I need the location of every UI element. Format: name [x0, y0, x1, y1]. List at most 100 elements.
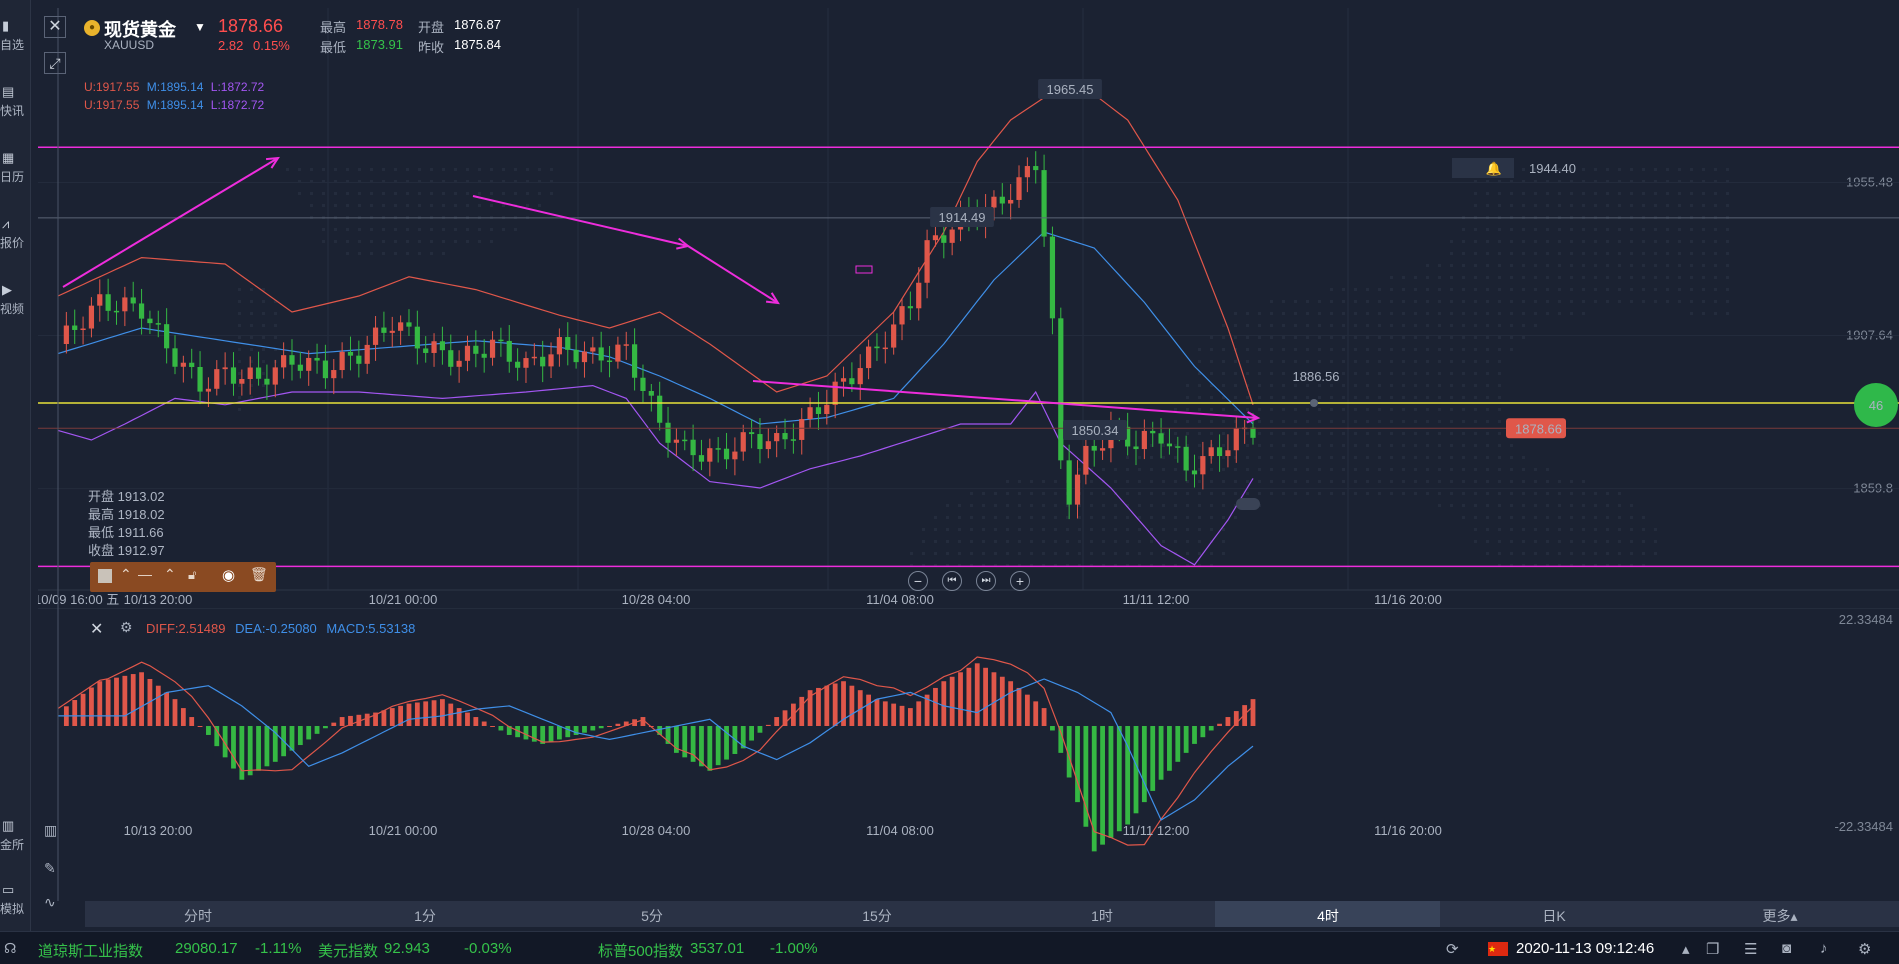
- macd-histogram-bar: [523, 726, 529, 740]
- map-dot: [238, 348, 241, 351]
- map-dot: [1018, 540, 1021, 543]
- sidebar-item-quotes[interactable]: ⩘ 报价: [0, 216, 30, 251]
- step-forward-button[interactable]: ⏭: [976, 571, 996, 591]
- macd-close-icon[interactable]: ✕: [90, 619, 103, 639]
- candle-body: [506, 340, 512, 362]
- map-dot: [1342, 456, 1345, 459]
- headset-icon[interactable]: ☊: [4, 940, 16, 957]
- tab-4h[interactable]: 4时: [1298, 906, 1358, 926]
- map-dot: [1414, 480, 1417, 483]
- sidebar-item-calendar[interactable]: ▦ 日历: [0, 150, 30, 185]
- camera-icon[interactable]: ◙: [1782, 940, 1791, 957]
- map-dot: [1690, 252, 1693, 255]
- map-dot: [1318, 408, 1321, 411]
- volume-icon[interactable]: ♪: [1820, 940, 1828, 957]
- step-back-button[interactable]: ⏮: [942, 571, 962, 591]
- alert-price-badge[interactable]: [1452, 158, 1514, 178]
- window-icon[interactable]: ❐: [1706, 940, 1719, 958]
- tab-5m[interactable]: 5分: [622, 906, 682, 926]
- chart-type-icon[interactable]: ▥: [44, 822, 57, 839]
- macd-histogram-bar: [715, 726, 721, 766]
- sidebar-item-simulation[interactable]: ▭ 模拟: [0, 882, 30, 917]
- map-dot: [1222, 444, 1225, 447]
- candle-body: [155, 323, 161, 325]
- color-swatch[interactable]: [98, 569, 112, 583]
- close-icon[interactable]: ✕: [44, 16, 66, 38]
- macd-settings-icon[interactable]: ⚙: [120, 619, 133, 636]
- zoom-in-button[interactable]: +: [1010, 571, 1030, 591]
- map-dot: [1414, 372, 1417, 375]
- map-dot: [1054, 516, 1057, 519]
- level-handle[interactable]: [1310, 399, 1318, 408]
- draw-tool-icon[interactable]: ✎: [44, 860, 56, 877]
- map-dot: [1270, 492, 1273, 495]
- map-dot: [1702, 192, 1705, 195]
- map-dot: [1138, 492, 1141, 495]
- sidebar-item-video[interactable]: ▶ 视频: [0, 282, 30, 317]
- map-dot: [1222, 456, 1225, 459]
- map-dot: [1018, 528, 1021, 531]
- open-value: 1876.87: [454, 17, 501, 32]
- candle-body: [899, 306, 905, 325]
- price-chart[interactable]: 1955.481907.641859.81965.451914.491850.3…: [38, 8, 1899, 608]
- map-dot: [1582, 264, 1585, 267]
- expand-icon[interactable]: ⤢: [44, 52, 66, 74]
- map-dot: [1450, 324, 1453, 327]
- tab-daily[interactable]: 日K: [1524, 906, 1584, 926]
- map-dot: [1606, 504, 1609, 507]
- map-dot: [430, 168, 433, 171]
- map-dot: [1606, 252, 1609, 255]
- map-dot: [1498, 432, 1501, 435]
- visibility-icon[interactable]: ◉: [222, 566, 235, 584]
- map-dot: [1042, 540, 1045, 543]
- symbol-dropdown-icon[interactable]: ▼: [194, 20, 206, 34]
- map-dot: [1294, 492, 1297, 495]
- indicator-icon[interactable]: ∿: [44, 894, 56, 911]
- sync-icon[interactable]: ⟳: [1446, 940, 1459, 958]
- map-dot: [1342, 432, 1345, 435]
- time-axis-label: 11/16 20:00: [1374, 592, 1442, 607]
- ticker-usdx-name[interactable]: 美元指数: [318, 940, 378, 961]
- map-dot: [1690, 312, 1693, 315]
- list-icon[interactable]: ☰: [1744, 940, 1757, 958]
- tab-15m[interactable]: 15分: [847, 906, 907, 926]
- map-dot: [1654, 552, 1657, 555]
- macd-chart[interactable]: 22.33484 -22.33484 10/13 20:00 10/21 00:00 1…: [38, 608, 1899, 901]
- line-type-icon[interactable]: ⌃: [164, 566, 176, 583]
- tab-timeshare[interactable]: 分时: [168, 906, 228, 926]
- map-dot: [1270, 480, 1273, 483]
- map-dot: [1198, 384, 1201, 387]
- map-dot: [1690, 288, 1693, 291]
- line-style-icon[interactable]: ⌃: [120, 566, 132, 583]
- map-dot: [1642, 540, 1645, 543]
- macd-histogram-bar: [891, 703, 897, 726]
- map-dot: [1630, 228, 1633, 231]
- tab-1m[interactable]: 1分: [395, 906, 455, 926]
- map-dot: [1486, 480, 1489, 483]
- sidebar-item-news[interactable]: ▤ 快讯: [0, 84, 30, 119]
- tab-more[interactable]: 更多▴: [1750, 906, 1810, 926]
- map-dot: [1270, 336, 1273, 339]
- ticker-dji-name[interactable]: 道琼斯工业指数: [38, 940, 143, 961]
- tab-1h[interactable]: 1时: [1072, 906, 1132, 926]
- map-dot: [466, 204, 469, 207]
- sidebar-item-watchlist[interactable]: ▮ 自选: [0, 18, 30, 53]
- settings-icon[interactable]: ⚙: [1858, 940, 1871, 958]
- map-dot: [1342, 300, 1345, 303]
- sidebar-item-exchange[interactable]: ▥ 金所: [0, 818, 30, 853]
- map-dot: [1246, 324, 1249, 327]
- map-dot: [1342, 288, 1345, 291]
- map-dot: [1570, 204, 1573, 207]
- ticker-spx-name[interactable]: 标普500指数: [598, 940, 683, 961]
- chart-area[interactable]: 1955.48 1907.64 1859.8 1965.45 1914.49 1850.3…: [38, 8, 1899, 910]
- scroll-handle[interactable]: [1236, 498, 1260, 510]
- trash-icon[interactable]: 🗑︎: [250, 566, 268, 583]
- zoom-out-button[interactable]: −: [908, 571, 928, 591]
- boll-upper-value: U:1917.55: [84, 98, 140, 112]
- map-dot: [1678, 264, 1681, 267]
- caret-up-icon[interactable]: ▴: [1682, 940, 1690, 958]
- map-dot: [1666, 192, 1669, 195]
- macd-histogram-bar: [456, 708, 462, 726]
- lock-icon[interactable]: 🔓︎: [188, 567, 196, 583]
- line-width-icon[interactable]: —: [138, 566, 152, 582]
